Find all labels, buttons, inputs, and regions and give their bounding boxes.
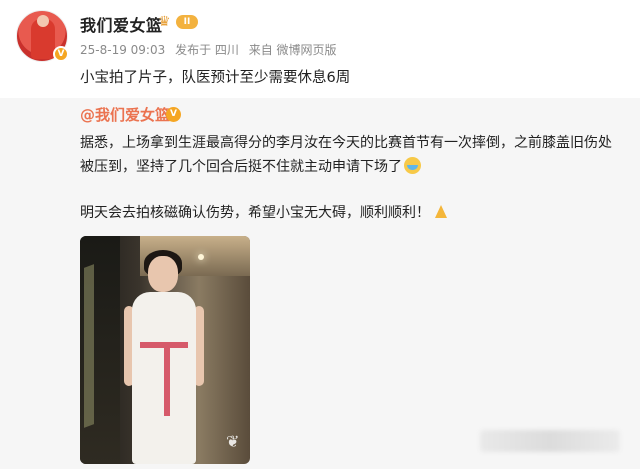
- post-date[interactable]: 25-8-19 09:03: [80, 43, 165, 57]
- repost-card[interactable]: @我们爱女篮 V 据悉，上场拿到生涯最高得分的李月汝在今天的比赛首节有一次摔倒，…: [0, 98, 640, 469]
- crown-icon: ♛: [158, 14, 171, 30]
- player-photo[interactable]: ❦: [80, 236, 250, 464]
- photo-light: [198, 254, 204, 260]
- pray-emoji-icon: [432, 203, 449, 220]
- repost-verified-badge-icon: V: [166, 107, 181, 122]
- post-location: 发布于 四川: [175, 43, 239, 57]
- repost-body-text: 据悉，上场拿到生涯最高得分的李月汝在今天的比赛首节有一次摔倒，之前膝盖旧伤处被压…: [80, 135, 612, 175]
- repost-body-second: 明天会去拍核磁确认伤势，希望小宝无大碍，顺利顺利！: [80, 202, 449, 222]
- post-text: 小宝拍了片子，队医预计至少需要休息6周: [80, 70, 351, 86]
- photo-face: [148, 256, 178, 292]
- post-meta: 25-8-19 09:03 发布于 四川 来自 微博网页版: [80, 41, 343, 58]
- repost-body-text-2: 明天会去拍核磁确认伤势，希望小宝无大碍，顺利顺利！: [80, 205, 430, 221]
- post-author-name[interactable]: 我们爱女篮: [80, 12, 163, 36]
- avatar-head: [37, 15, 49, 27]
- post-source: 来自 微博网页版: [248, 43, 337, 57]
- repost-body: 据悉，上场拿到生涯最高得分的李月汝在今天的比赛首节有一次摔倒，之前膝盖旧伤处被压…: [80, 131, 625, 179]
- level-badge: II: [176, 15, 198, 29]
- photo-sash: [164, 346, 170, 416]
- post-header: V 我们爱女篮 ♛ II 25-8-19 09:03 发布于 四川 来自 微博网…: [0, 0, 640, 98]
- blurred-watermark: [480, 430, 620, 452]
- photo-watermark-icon: ❦: [226, 432, 240, 451]
- photo-stripe: [84, 264, 94, 428]
- verified-badge-icon: V: [53, 46, 69, 62]
- cry-emoji-icon: [404, 157, 421, 174]
- repost-author-link[interactable]: @我们爱女篮: [80, 104, 170, 125]
